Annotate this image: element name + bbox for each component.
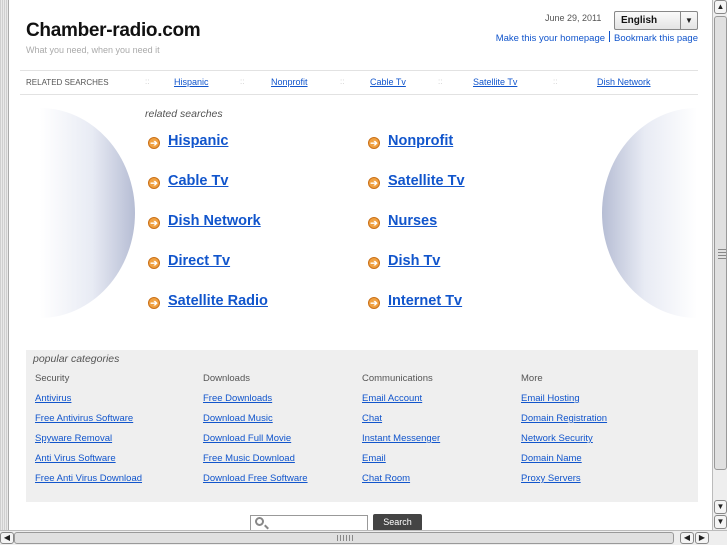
site-tagline: What you need, when you need it: [26, 45, 160, 55]
category-heading: Downloads: [203, 373, 250, 384]
date-label: June 29, 2011: [545, 13, 602, 23]
grip-icon: [718, 249, 726, 259]
separator: ::: [340, 77, 345, 86]
related-bar-label: RELATED SEARCHES: [26, 78, 109, 87]
vertical-scrollbar[interactable]: ▲ ▼ ▼: [712, 0, 727, 530]
scroll-down-button[interactable]: ▼: [714, 500, 727, 514]
chevron-down-icon[interactable]: ▼: [680, 12, 697, 29]
grip-icon: [337, 535, 353, 541]
category-link[interactable]: Spyware Removal: [35, 433, 112, 444]
scroll-left-button[interactable]: ◀: [680, 532, 694, 544]
decorative-sphere-left: [40, 108, 135, 318]
horizontal-scrollbar[interactable]: ◀ ◀ ▶: [0, 530, 727, 545]
make-homepage-link[interactable]: Make this your homepage: [496, 33, 605, 44]
category-link[interactable]: Antivirus: [35, 393, 71, 404]
related-bar-item[interactable]: Cable Tv: [370, 77, 406, 87]
scroll-right-button[interactable]: ▶: [695, 532, 709, 544]
window-edge: [0, 0, 9, 530]
scrollbar-thumb[interactable]: [714, 16, 727, 470]
arrow-right-icon: ➔: [368, 217, 380, 229]
related-searches-title: related searches: [145, 108, 223, 120]
related-bar-item[interactable]: Dish Network: [597, 77, 651, 87]
category-link[interactable]: Domain Name: [521, 453, 582, 464]
scroll-left-button[interactable]: ◀: [0, 532, 14, 544]
arrow-right-icon: ➔: [148, 257, 160, 269]
keyword-link[interactable]: Cable Tv: [168, 173, 228, 189]
language-select[interactable]: English ▼: [614, 11, 698, 30]
category-link[interactable]: Proxy Servers: [521, 473, 581, 484]
popular-categories-title: popular categories: [33, 353, 120, 365]
arrow-right-icon: ➔: [368, 177, 380, 189]
category-heading: More: [521, 373, 543, 384]
search-input[interactable]: [250, 515, 368, 531]
popular-categories-panel: popular categories Security Antivirus Fr…: [26, 350, 698, 502]
arrow-right-icon: ➔: [368, 137, 380, 149]
category-link[interactable]: Chat Room: [362, 473, 410, 484]
category-link[interactable]: Chat: [362, 413, 382, 424]
search-icon: [255, 517, 264, 526]
header-links: Make this your homepage Bookmark this pag…: [496, 31, 698, 44]
category-link[interactable]: Download Music: [203, 413, 273, 424]
keyword-link[interactable]: Internet Tv: [388, 293, 462, 309]
category-link[interactable]: Domain Registration: [521, 413, 607, 424]
separator: ::: [553, 77, 558, 86]
keyword-link[interactable]: Dish Network: [168, 213, 261, 229]
arrow-right-icon: ➔: [148, 137, 160, 149]
arrow-right-icon: ➔: [148, 177, 160, 189]
related-searches-bar: RELATED SEARCHES :: Hispanic :: Nonprofi…: [20, 70, 698, 95]
category-link[interactable]: Email: [362, 453, 386, 464]
arrow-right-icon: ➔: [368, 297, 380, 309]
separator: ::: [145, 77, 150, 86]
category-link[interactable]: Email Hosting: [521, 393, 580, 404]
keyword-link[interactable]: Nonprofit: [388, 133, 453, 149]
keyword-link[interactable]: Nurses: [388, 213, 437, 229]
category-link[interactable]: Email Account: [362, 393, 422, 404]
related-bar-item[interactable]: Nonprofit: [271, 77, 308, 87]
category-link[interactable]: Network Security: [521, 433, 593, 444]
category-link[interactable]: Download Full Movie: [203, 433, 291, 444]
site-title: Chamber-radio.com: [26, 20, 201, 41]
keyword-link[interactable]: Satellite Radio: [168, 293, 268, 309]
category-link[interactable]: Instant Messenger: [362, 433, 440, 444]
search-button[interactable]: Search: [373, 514, 422, 531]
scroll-down-button[interactable]: ▼: [714, 515, 727, 529]
keyword-link[interactable]: Hispanic: [168, 133, 228, 149]
category-link[interactable]: Free Antivirus Software: [35, 413, 133, 424]
arrow-right-icon: ➔: [148, 217, 160, 229]
category-heading: Security: [35, 373, 70, 384]
language-value: English: [621, 15, 658, 26]
bookmark-link[interactable]: Bookmark this page: [614, 33, 698, 44]
scroll-up-button[interactable]: ▲: [714, 0, 727, 14]
arrow-right-icon: ➔: [368, 257, 380, 269]
category-link[interactable]: Download Free Software: [203, 473, 308, 484]
separator: ::: [438, 77, 443, 86]
scrollbar-thumb[interactable]: [14, 532, 674, 544]
divider: [609, 31, 611, 42]
arrow-right-icon: ➔: [148, 297, 160, 309]
category-link[interactable]: Free Downloads: [203, 393, 272, 404]
category-heading: Communications: [362, 373, 433, 384]
keyword-link[interactable]: Dish Tv: [388, 253, 440, 269]
keyword-link[interactable]: Satellite Tv: [388, 173, 465, 189]
keyword-link[interactable]: Direct Tv: [168, 253, 230, 269]
category-link[interactable]: Free Music Download: [203, 453, 295, 464]
related-bar-item[interactable]: Hispanic: [174, 77, 209, 87]
decorative-sphere-right: [602, 108, 697, 318]
category-link[interactable]: Free Anti Virus Download: [35, 473, 142, 484]
separator: ::: [240, 77, 245, 86]
category-link[interactable]: Anti Virus Software: [35, 453, 116, 464]
related-bar-item[interactable]: Satellite Tv: [473, 77, 517, 87]
